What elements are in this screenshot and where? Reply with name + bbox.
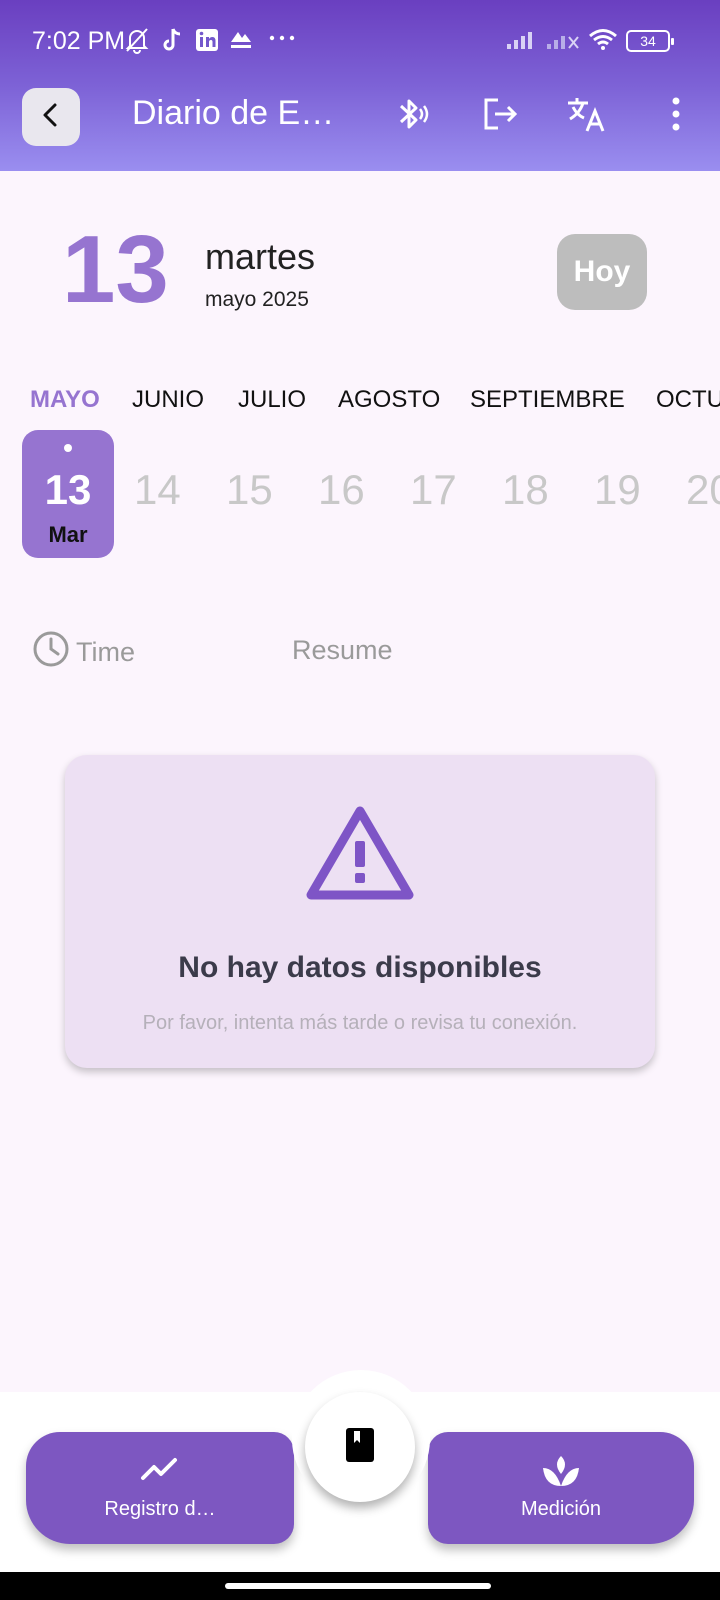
day-abbr: Mar [48,522,88,547]
translate-icon [565,93,607,140]
tab-time-label: Time [76,637,135,667]
app-icon [228,26,254,59]
month-tab[interactable]: OCTU [656,386,720,414]
day-strip: 13 Mar 14 15 16 17 18 19 20 [0,430,720,560]
day-number: 13 [44,466,92,513]
month-strip: MAYO JUNIO JULIO AGOSTO SEPTIEMBRE OCTU [0,386,720,426]
day-item[interactable]: 16 [318,466,365,514]
diary-fab-button[interactable] [305,1392,415,1502]
bell-off-icon [124,26,150,59]
app-bar: Diario de E… [0,80,720,171]
more-dots-icon [268,30,296,48]
tab-resume[interactable]: Resume [292,635,393,666]
translate-button[interactable] [560,90,612,142]
month-tab[interactable]: JUNIO [132,386,204,414]
back-button[interactable] [22,88,80,146]
status-time: 7:02 PM [32,27,126,55]
month-tab[interactable]: AGOSTO [338,386,440,414]
status-bar: 7:02 PM 34 [0,0,720,80]
signal-icon [506,28,538,55]
day-item[interactable]: 18 [502,466,549,514]
today-button[interactable]: Hoy [557,234,647,310]
logout-icon [480,94,520,139]
chevron-left-icon [40,102,62,133]
app-title: Diario de E… [132,94,335,132]
bluetooth-icon [392,94,432,139]
month-tab[interactable]: SEPTIEMBRE [470,386,625,414]
book-icon [344,1426,376,1469]
view-tabs: Time Resume [0,630,720,676]
more-options-button[interactable] [650,90,702,142]
day-selected[interactable]: 13 Mar [22,430,114,558]
warning-icon [305,803,415,908]
trending-up-icon [140,1454,180,1489]
month-tab[interactable]: JULIO [238,386,306,414]
selected-day-number: 13 [62,216,169,323]
bluetooth-button[interactable] [386,90,438,142]
empty-state-title: No hay datos disponibles [178,951,542,984]
selected-month-year: mayo 2025 [205,288,309,311]
day-item[interactable]: 20 [686,466,720,514]
nav-item-registro[interactable]: Registro d… [26,1432,294,1544]
status-right: 34 [506,26,674,56]
tiktok-icon [160,26,184,59]
wifi-icon [588,27,618,56]
nav-item-registro-label: Registro d… [104,1498,216,1520]
system-nav-bar [0,1572,720,1600]
linkedin-icon [194,26,220,59]
more-vert-icon [670,96,682,137]
spa-icon [541,1454,581,1495]
day-item[interactable]: 17 [410,466,457,514]
event-dot [64,444,72,452]
day-item[interactable]: 15 [226,466,273,514]
selected-weekday: martes [205,236,316,277]
home-indicator[interactable] [225,1583,491,1589]
battery-indicator: 34 [626,30,674,52]
empty-state-subtitle: Por favor, intenta más tarde o revisa tu… [142,1012,578,1034]
empty-state-card: No hay datos disponibles Por favor, inte… [65,755,655,1068]
day-item[interactable]: 19 [594,466,641,514]
tab-time[interactable]: Time [32,630,135,675]
clock-icon [32,630,70,675]
screen: 7:02 PM 34 Diario de E… 13 martes mayo 2… [0,0,720,1600]
logout-button[interactable] [474,90,526,142]
nav-item-medicion-label: Medición [520,1498,602,1520]
month-tab[interactable]: MAYO [30,386,100,414]
day-item[interactable]: 14 [134,466,181,514]
header: 7:02 PM 34 Diario de E… [0,0,720,171]
nav-item-medicion[interactable]: Medición [428,1432,694,1544]
signal-off-icon [546,28,580,55]
